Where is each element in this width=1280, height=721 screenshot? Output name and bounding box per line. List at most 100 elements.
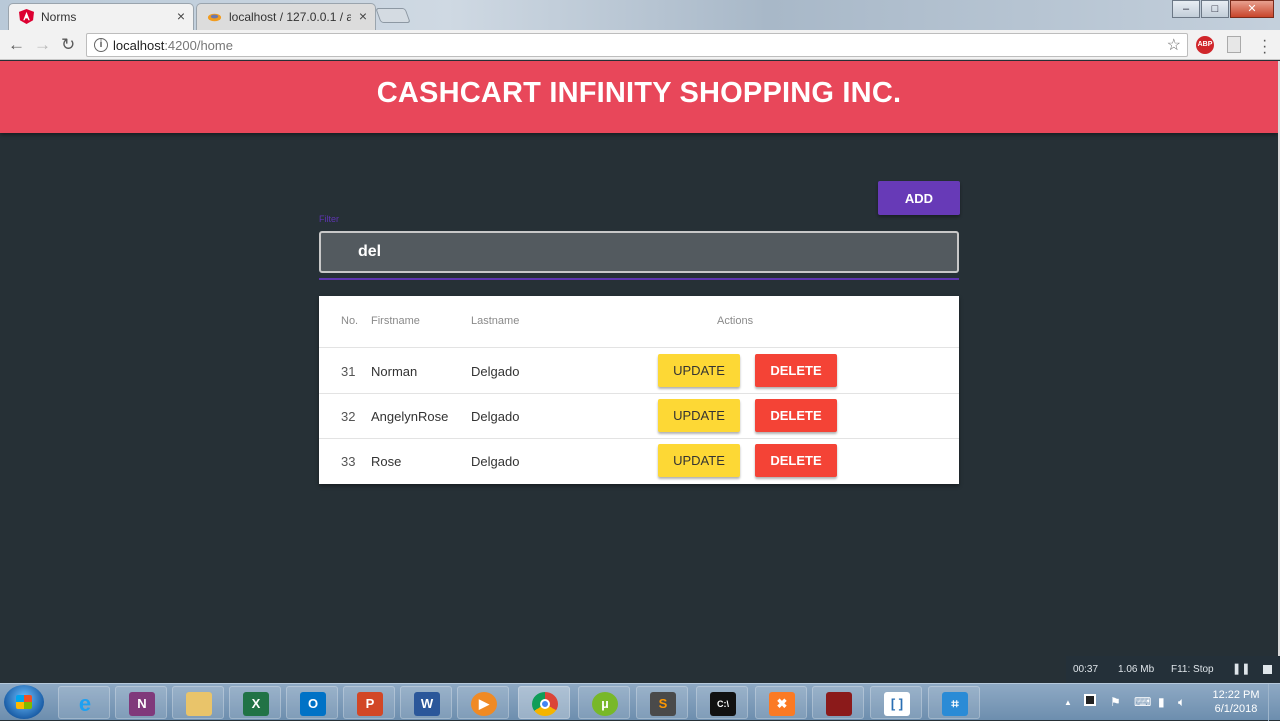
table-row: 31 Norman Delgado UPDATE DELETE xyxy=(319,349,959,394)
excel-icon: X xyxy=(243,692,269,716)
taskbar-clock[interactable]: 12:22 PM 6/1/2018 xyxy=(1206,688,1266,716)
sublime-icon: S xyxy=(650,692,676,716)
table-header: No. Firstname Lastname Actions xyxy=(319,296,959,348)
info-icon[interactable]: i xyxy=(94,38,108,52)
new-tab-button[interactable] xyxy=(375,8,411,23)
flag-icon[interactable]: ⚑ xyxy=(1110,695,1121,709)
taskbar-utorrent[interactable]: µ xyxy=(578,686,630,719)
minimize-button[interactable]: – xyxy=(1172,0,1200,18)
taskbar-snipping-tool[interactable]: ⌗ xyxy=(928,686,980,719)
word-icon: W xyxy=(414,692,440,716)
update-button[interactable]: UPDATE xyxy=(658,354,740,387)
back-arrow-icon[interactable]: ← xyxy=(8,35,25,55)
table-row: 32 AngelynRose Delgado UPDATE DELETE xyxy=(319,394,959,439)
taskbar-xampp[interactable]: ✖ xyxy=(755,686,807,719)
row-number: 31 xyxy=(341,364,356,379)
adblock-icon[interactable]: ABP xyxy=(1196,36,1214,54)
row-number: 32 xyxy=(341,409,356,424)
taskbar-outlook[interactable]: O xyxy=(286,686,338,719)
app-header: CASHCART INFINITY SHOPPING INC. xyxy=(0,61,1278,133)
cmd-icon: C:\ xyxy=(710,692,736,716)
tab-phpmyadmin[interactable]: localhost / 127.0.0.1 / ass × xyxy=(196,3,376,30)
pdf-extension-icon[interactable] xyxy=(1227,36,1241,53)
volume-icon[interactable]: 🔈︎ xyxy=(1178,695,1185,710)
tray-app-icon[interactable] xyxy=(1084,694,1096,706)
taskbar-ie[interactable]: e xyxy=(58,686,110,719)
chrome-icon xyxy=(532,692,558,716)
taskbar-chrome[interactable] xyxy=(518,686,570,719)
row-lastname: Delgado xyxy=(471,364,520,379)
tab-title: localhost / 127.0.0.1 / ass xyxy=(229,10,351,24)
media-player-icon: ▶ xyxy=(471,692,497,716)
explorer-icon xyxy=(186,692,212,716)
tab-norms[interactable]: Norms × xyxy=(8,3,194,30)
bookmark-star-icon[interactable]: ☆ xyxy=(1167,35,1181,55)
angular-icon xyxy=(19,9,34,24)
page-title: CASHCART INFINITY SHOPPING INC. xyxy=(376,77,902,109)
row-lastname: Delgado xyxy=(471,454,520,469)
outlook-icon: O xyxy=(300,692,326,716)
maximize-button[interactable]: □ xyxy=(1201,0,1229,18)
window-controls: – □ ✕ xyxy=(1171,0,1274,20)
clock-date: 6/1/2018 xyxy=(1214,703,1258,715)
pause-icon[interactable]: ❚❚ xyxy=(1232,662,1250,675)
system-tray: ▲ ⚑ ⌨ ▮ 🔈︎ 12:22 PM 6/1/2018 xyxy=(1060,684,1280,721)
chrome-menu-icon[interactable]: · · · xyxy=(1262,33,1267,61)
browser-toolbar: ← → ↻ i localhost:4200/home ☆ ABP · · · xyxy=(0,30,1280,61)
row-firstname: Norman xyxy=(371,364,418,379)
xampp-icon: ✖ xyxy=(769,692,795,716)
table-row: 33 Rose Delgado UPDATE DELETE xyxy=(319,439,959,484)
header-firstname: Firstname xyxy=(371,315,420,327)
onenote-icon: N xyxy=(129,692,155,716)
header-actions: Actions xyxy=(717,315,754,327)
taskbar-powerpoint[interactable]: P xyxy=(343,686,395,719)
filter-underline xyxy=(319,278,959,280)
close-window-button[interactable]: ✕ xyxy=(1230,0,1274,18)
forward-arrow-icon[interactable]: → xyxy=(34,35,51,55)
taskbar-explorer[interactable] xyxy=(172,686,224,719)
recorder-bar: 00:37 1.06 Mb F11: Stop ❚❚ xyxy=(1066,656,1280,683)
network-icon[interactable]: ▮ xyxy=(1158,695,1165,709)
utorrent-icon: µ xyxy=(592,692,618,716)
recorder-hint: F11: Stop xyxy=(1171,664,1214,675)
start-button[interactable] xyxy=(4,685,44,719)
taskbar-brackets[interactable]: [ ] xyxy=(870,686,922,719)
reload-icon[interactable]: ↻ xyxy=(61,35,75,55)
address-bar[interactable]: i localhost:4200/home ☆ xyxy=(86,33,1188,57)
tray-expand-icon[interactable]: ▲ xyxy=(1064,698,1072,707)
taskbar-onenote[interactable]: N xyxy=(115,686,167,719)
row-lastname: Delgado xyxy=(471,409,520,424)
add-button[interactable]: ADD xyxy=(878,181,960,215)
game-icon xyxy=(826,692,852,716)
brackets-icon: [ ] xyxy=(884,692,910,716)
clock-time: 12:22 PM xyxy=(1212,689,1260,701)
taskbar-game[interactable] xyxy=(812,686,864,719)
filter-input[interactable] xyxy=(319,231,959,273)
row-firstname: AngelynRose xyxy=(371,409,449,424)
delete-button[interactable]: DELETE xyxy=(755,444,837,477)
row-number: 33 xyxy=(341,454,356,469)
taskbar-media-player[interactable]: ▶ xyxy=(457,686,509,719)
delete-button[interactable]: DELETE xyxy=(755,354,837,387)
taskbar-sublime[interactable]: S xyxy=(636,686,688,719)
taskbar-cmd[interactable]: C:\ xyxy=(696,686,748,719)
close-tab-icon[interactable]: × xyxy=(177,8,185,24)
phpmyadmin-icon xyxy=(207,13,222,22)
update-button[interactable]: UPDATE xyxy=(658,444,740,477)
filter-label: Filter xyxy=(319,214,339,224)
close-tab-icon[interactable]: × xyxy=(359,8,367,24)
customer-table: No. Firstname Lastname Actions 31 Norman… xyxy=(319,296,959,484)
delete-button[interactable]: DELETE xyxy=(755,399,837,432)
stop-icon[interactable] xyxy=(1263,665,1272,674)
ie-icon: e xyxy=(78,691,92,716)
recorder-time: 00:37 xyxy=(1073,664,1099,675)
taskbar-excel[interactable]: X xyxy=(229,686,281,719)
taskbar-word[interactable]: W xyxy=(400,686,452,719)
device-icon[interactable]: ⌨ xyxy=(1134,695,1151,709)
header-lastname: Lastname xyxy=(471,315,520,327)
windows-logo-icon xyxy=(16,695,32,709)
show-desktop-button[interactable] xyxy=(1268,684,1280,721)
tab-title: Norms xyxy=(41,10,77,24)
update-button[interactable]: UPDATE xyxy=(658,399,740,432)
address-url: localhost:4200/home xyxy=(113,38,233,53)
